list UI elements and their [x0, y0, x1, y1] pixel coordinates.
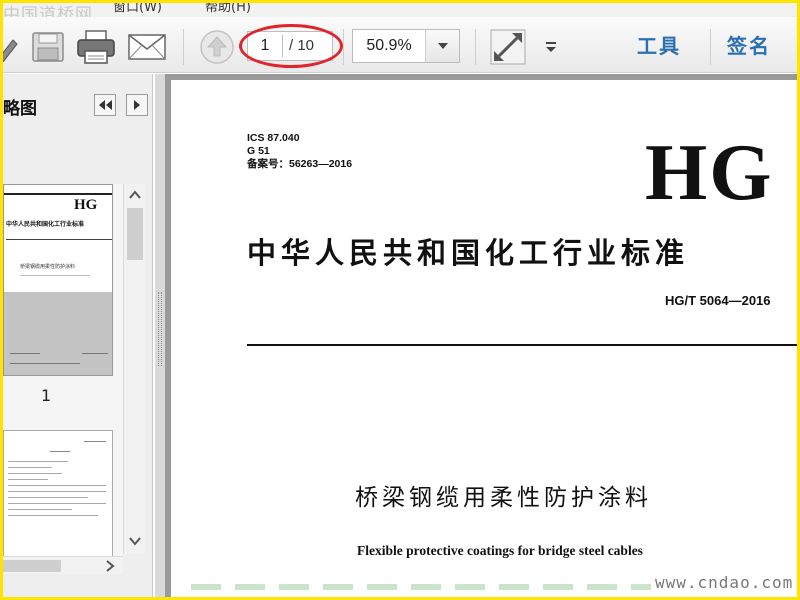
chevron-up-icon: [129, 190, 141, 199]
panel-splitter[interactable]: [155, 74, 165, 597]
thumbnail-vertical-scrollbar[interactable]: [123, 184, 145, 554]
thumbnail-hg-mark: HG: [74, 197, 98, 213]
collapse-panel-button[interactable]: [94, 94, 116, 116]
tools-button[interactable]: 工具: [637, 30, 681, 59]
toolbar-separator: [710, 29, 711, 65]
thumbnail-horizontal-scrollbar[interactable]: [3, 556, 123, 574]
document-page: ICS 87.040 G 51 备案号：56263—2016 HG 中华人民共和…: [171, 80, 797, 597]
document-meta-line: ICS 87.040: [247, 132, 300, 144]
zoom-select[interactable]: 50.9%: [352, 29, 460, 63]
menu-help[interactable]: 帮助(H): [205, 3, 251, 15]
thumbnail-title: 中华人民共和国化工行业标准: [6, 221, 85, 228]
document-name-chinese: 桥梁钢缆用柔性防护涂料: [355, 485, 652, 511]
page-thumbnail[interactable]: HG 中华人民共和国化工行业标准 桥梁钢缆用柔性防护涂料: [3, 184, 113, 376]
double-chevron-left-icon: [99, 100, 112, 110]
print-button[interactable]: [75, 29, 117, 65]
page-thumbnail[interactable]: [3, 430, 113, 564]
vertical-scroll-thumb[interactable]: [127, 208, 143, 260]
email-icon: [128, 34, 166, 60]
thumbnail-name: 桥梁钢缆用柔性防护涂料: [20, 264, 76, 270]
pdf-reader-window: 中国道桥网 窗口(W) 帮助(H) 1 / 10 50.9% 工具 签名 略图 …: [3, 3, 797, 597]
document-bottom-strip: [191, 584, 651, 590]
more-options-button[interactable]: [541, 29, 561, 65]
page-total-label: / 10: [282, 35, 314, 57]
document-standard-title: 中华人民共和国化工行业标准: [247, 236, 690, 270]
toolbar: / 10 50.9%: [3, 17, 797, 73]
panel-options-button[interactable]: [126, 94, 148, 116]
save-icon: [32, 32, 64, 62]
pencil-icon: [3, 39, 18, 62]
site-watermark-text: 中国道桥网: [3, 5, 93, 17]
document-name-english: Flexible protective coatings for bridge …: [357, 543, 643, 558]
thumbnails-panel-title: 略图: [3, 99, 37, 119]
email-button[interactable]: [125, 29, 169, 65]
document-meta-line: G 51: [247, 145, 270, 157]
document-hg-mark: HG: [645, 129, 774, 217]
previous-page-button[interactable]: [197, 29, 237, 65]
more-options-icon: [546, 42, 556, 52]
document-standard-code: HG/T 5064—2016: [665, 293, 771, 308]
zoom-dropdown-button[interactable]: [425, 30, 459, 62]
menu-bar: 中国道桥网 窗口(W) 帮助(H): [3, 3, 797, 17]
thumbnail-list: HG 中华人民共和国化工行业标准 桥梁钢缆用柔性防护涂料 1: [3, 184, 123, 564]
pencil-button[interactable]: [3, 29, 21, 65]
document-divider: [247, 344, 797, 346]
thumbnail-page-label: 1: [41, 386, 52, 405]
chevron-right-icon: [106, 560, 115, 572]
chevron-down-icon: [437, 43, 448, 49]
page-number-box: / 10: [247, 31, 333, 61]
toolbar-separator: [183, 29, 184, 65]
horizontal-scroll-thumb[interactable]: [3, 560, 61, 572]
document-view[interactable]: ICS 87.040 G 51 备案号：56263—2016 HG 中华人民共和…: [165, 74, 797, 597]
zoom-value: 50.9%: [366, 37, 412, 54]
site-watermark: www.cndao.com: [655, 573, 794, 592]
save-button[interactable]: [29, 29, 67, 65]
splitter-grip: [158, 292, 162, 366]
previous-page-icon: [200, 30, 234, 64]
chevron-right-icon: [134, 100, 140, 110]
sign-button[interactable]: 签名: [727, 30, 771, 59]
toolbar-separator: [343, 29, 344, 65]
document-meta: ICS 87.040 G 51 备案号：56263—2016: [247, 132, 352, 171]
fit-window-icon: [490, 29, 526, 65]
document-meta-line: 备案号：56263—2016: [247, 158, 353, 170]
menu-window[interactable]: 窗口(W): [113, 3, 162, 15]
print-icon: [77, 30, 115, 64]
chevron-down-icon: [129, 537, 141, 546]
toolbar-separator: [475, 29, 476, 65]
thumbnails-panel: 略图 HG 中华人民共和国化工行业标准 桥梁钢缆用柔性防护涂料 1: [3, 74, 153, 597]
fit-window-button[interactable]: [489, 29, 527, 65]
page-number-input[interactable]: [248, 35, 282, 57]
